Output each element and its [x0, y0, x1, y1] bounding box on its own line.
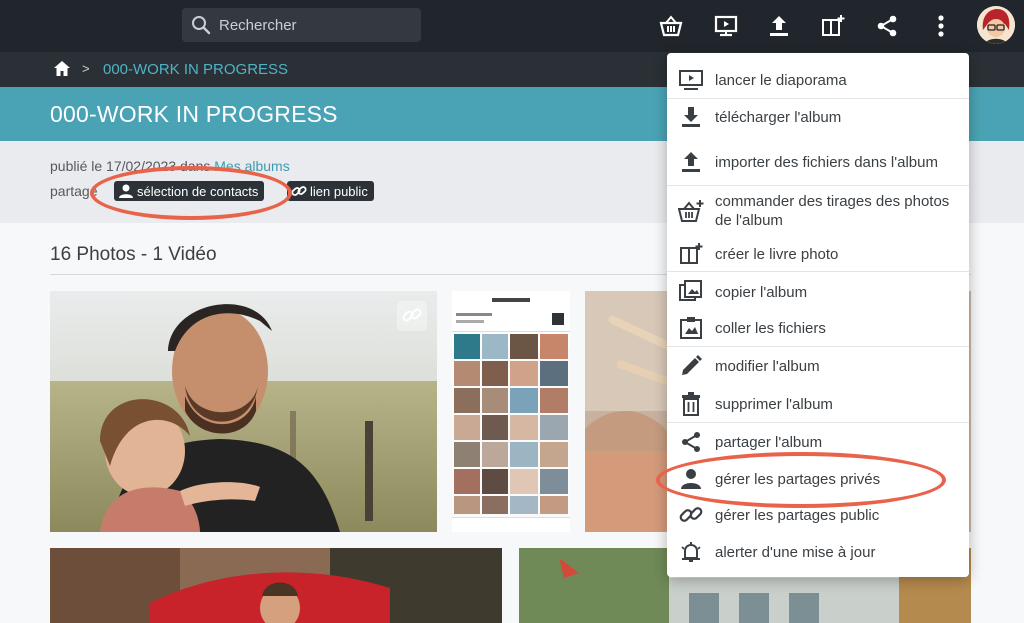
- menu-item-label: gérer les partages public: [715, 506, 880, 524]
- more-vert-icon[interactable]: [925, 10, 957, 42]
- paste-icon: [678, 315, 704, 341]
- slideshow-icon: [678, 67, 704, 93]
- menu-item-share-album[interactable]: partager l'album: [667, 426, 969, 458]
- menu-item-manage-private-shares[interactable]: gérer les partages privés: [667, 463, 969, 495]
- breadcrumb-current-album[interactable]: 000-WORK IN PROGRESS: [103, 61, 288, 78]
- person-icon: [678, 466, 704, 492]
- photobook-add-icon[interactable]: [817, 10, 849, 42]
- menu-item-photobook[interactable]: créer le livre photo: [667, 238, 969, 270]
- search-box[interactable]: [182, 8, 421, 42]
- contacts-chip-label: sélection de contacts: [137, 183, 259, 199]
- album-actions-menu: lancer le diaporama télécharger l'album …: [667, 53, 969, 577]
- download-icon: [678, 104, 704, 130]
- menu-item-order-prints[interactable]: commander des tirages des photos de l'al…: [667, 190, 969, 232]
- menu-item-label: commander des tirages des photos de l'al…: [715, 193, 950, 229]
- menu-item-label: gérer les partages privés: [715, 470, 881, 488]
- user-avatar[interactable]: [977, 6, 1015, 44]
- menu-item-label: importer des fichiers dans l'album: [715, 153, 938, 171]
- menu-separator: [667, 98, 969, 99]
- shared-label: partagé: [50, 183, 98, 199]
- top-bar: [0, 0, 1024, 52]
- menu-item-label: alerter d'une mise à jour: [715, 543, 876, 561]
- copy-icon: [678, 279, 704, 305]
- menu-separator: [667, 271, 969, 272]
- menu-item-label: lancer le diaporama: [715, 71, 847, 89]
- search-icon: [192, 16, 211, 35]
- menu-item-alert-update[interactable]: alerter d'une mise à jour: [667, 536, 969, 568]
- bell-alert-icon: [678, 539, 704, 565]
- public-link-icon: [397, 301, 427, 331]
- menu-separator: [667, 346, 969, 347]
- share-icon: [678, 429, 704, 455]
- menu-item-label: modifier l'album: [715, 357, 820, 375]
- person-icon: [119, 184, 133, 198]
- search-input[interactable]: [219, 16, 409, 34]
- upload-icon: [678, 149, 704, 175]
- menu-separator: [667, 422, 969, 423]
- menu-separator: [667, 185, 969, 186]
- slideshow-icon[interactable]: [710, 10, 742, 42]
- link-icon: [678, 502, 704, 528]
- photo-thumbnail[interactable]: [50, 291, 437, 532]
- menu-item-label: créer le livre photo: [715, 245, 839, 263]
- breadcrumb-separator: >: [82, 61, 90, 76]
- menu-item-label: télécharger l'album: [715, 108, 842, 126]
- photobook-add-icon: [678, 241, 704, 267]
- menu-item-label: copier l'album: [715, 283, 808, 301]
- public-link-chip[interactable]: lien public: [287, 181, 374, 201]
- menu-item-import[interactable]: importer des fichiers dans l'album: [667, 141, 969, 183]
- contacts-share-chip[interactable]: sélection de contacts: [114, 181, 265, 201]
- media-count: 16 Photos - 1 Vidéo: [50, 244, 217, 265]
- published-prefix: publié le 17/02/2023 dans: [50, 158, 215, 174]
- album-title: 000-WORK IN PROGRESS: [50, 101, 338, 127]
- my-albums-link[interactable]: Mes albums: [214, 158, 289, 174]
- menu-item-paste-files[interactable]: coller les fichiers: [667, 312, 969, 344]
- menu-item-download[interactable]: télécharger l'album: [667, 101, 969, 133]
- menu-item-label: partager l'album: [715, 433, 823, 451]
- photo-thumbnail[interactable]: [452, 291, 570, 532]
- menu-item-slideshow[interactable]: lancer le diaporama: [667, 64, 969, 96]
- trash-icon: [678, 391, 704, 417]
- share-icon[interactable]: [871, 10, 903, 42]
- photo-thumbnail[interactable]: [50, 548, 502, 623]
- menu-item-delete-album[interactable]: supprimer l'album: [667, 388, 969, 420]
- menu-item-edit-album[interactable]: modifier l'album: [667, 350, 969, 382]
- public-chip-label: lien public: [310, 183, 368, 199]
- basket-icon[interactable]: [655, 10, 687, 42]
- pencil-icon: [678, 353, 704, 379]
- upload-icon[interactable]: [763, 10, 795, 42]
- home-icon[interactable]: [53, 60, 71, 82]
- menu-item-manage-public-shares[interactable]: gérer les partages public: [667, 499, 969, 531]
- published-line: publié le 17/02/2023 dans Mes albums: [50, 158, 290, 174]
- menu-item-label: supprimer l'album: [715, 395, 833, 413]
- basket-add-icon: [678, 198, 704, 224]
- link-icon: [291, 186, 307, 196]
- menu-item-copy-album[interactable]: copier l'album: [667, 276, 969, 308]
- menu-item-label: coller les fichiers: [715, 319, 826, 337]
